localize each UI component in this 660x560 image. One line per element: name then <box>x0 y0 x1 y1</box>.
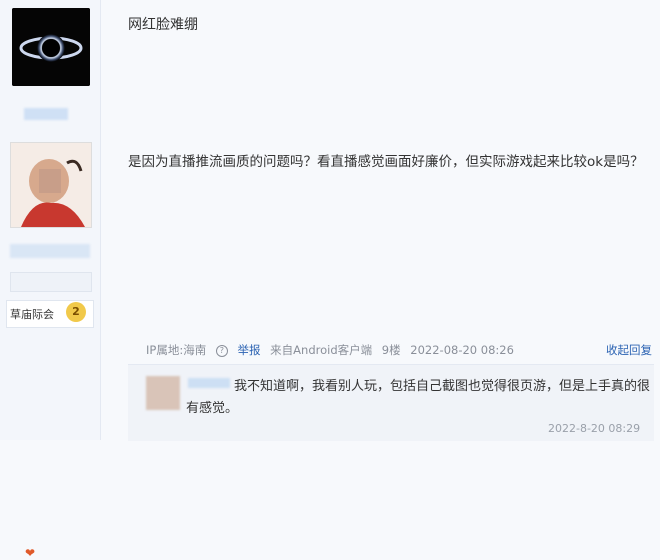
user-sidebar: ❤ 草庙际会 2 <box>0 0 101 560</box>
post-time: 2022-08-20 08:26 <box>410 343 514 357</box>
reply-username-blurred[interactable] <box>188 378 230 388</box>
reply-text: 我不知道啊，我看别人玩，包括自己截图也觉得很页游，但是上手真的很有感觉。 <box>186 376 656 420</box>
post-meta: IP属地:海南 ? 举报 来自Android客户端 9楼 2022-08-20 … <box>146 342 520 358</box>
reply-avatar[interactable] <box>146 376 180 410</box>
username-blurred[interactable] <box>24 108 68 120</box>
floor-number: 9楼 <box>381 343 401 357</box>
grade-level-badge: 2 <box>66 302 86 322</box>
reply-time: 2022-8-20 08:29 <box>548 422 641 435</box>
report-icon[interactable]: ? <box>215 344 228 357</box>
black-hole-icon <box>12 8 90 86</box>
post-title: 网红脸难绷 <box>128 17 198 33</box>
collapse-replies-link[interactable]: 收起回复 <box>606 342 652 358</box>
post-body: 是因为直播推流画质的问题吗？看直播感觉画面好廉价，但实际游戏起来比较ok是吗？ <box>128 154 644 170</box>
grade-label: 草庙际会 <box>10 308 54 321</box>
avatar[interactable] <box>12 8 90 86</box>
badge-icon: ❤ <box>25 546 36 560</box>
reply-content: 我不知道啊，我看别人玩，包括自己截图也觉得很页游，但是上手真的很有感觉。 <box>186 379 651 416</box>
portrait-image <box>11 143 91 227</box>
page: ❤ 草庙际会 2 网红脸难绷 是因为直播推流画质的问题吗？看直播感觉画面好廉价，… <box>0 0 660 560</box>
ip-location: IP属地:海南 <box>146 343 207 357</box>
user-photo[interactable] <box>10 142 92 228</box>
level-box: ❤ <box>10 272 92 560</box>
source-client[interactable]: 来自Android客户端 <box>270 343 372 357</box>
report-link[interactable]: 举报 <box>238 343 261 357</box>
blurred-info <box>10 244 90 258</box>
